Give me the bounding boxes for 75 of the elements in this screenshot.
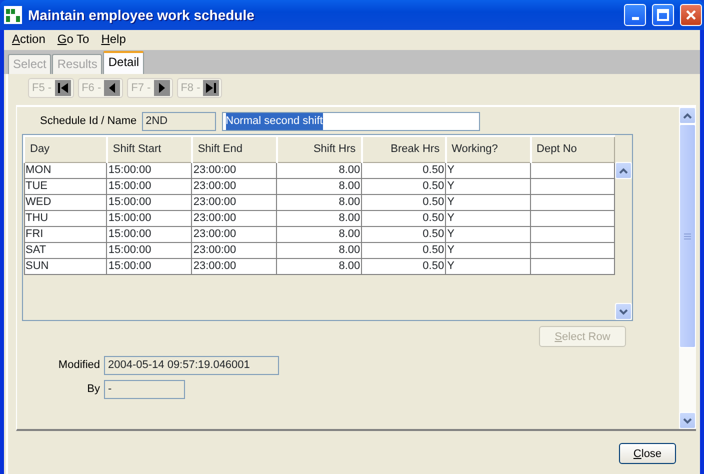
maximize-button[interactable]	[652, 4, 674, 26]
table-cell: 23:00:00	[192, 242, 277, 258]
table-cell: 8.00	[276, 226, 362, 242]
field-label: Modified	[57, 358, 100, 374]
schedule-id-field[interactable]: 2ND	[142, 112, 216, 131]
app-icon	[4, 6, 22, 24]
table-cell: 15:00:00	[106, 194, 192, 210]
table-cell: 23:00:00	[192, 258, 277, 274]
table-cell: 23:00:00	[192, 194, 277, 210]
table-cell: 0.50	[362, 242, 446, 258]
table-cell: 15:00:00	[106, 258, 192, 274]
column-header[interactable]: Dept No	[530, 136, 614, 162]
by-field[interactable]: -	[104, 380, 185, 399]
tab[interactable]: Detail	[103, 51, 144, 74]
table-cell: MON	[24, 162, 107, 178]
table-cell: SAT	[24, 242, 107, 258]
modified-field[interactable]: 2004-05-14 09:57:19.046001	[104, 356, 279, 375]
table-cell: 0.50	[362, 226, 446, 242]
table-cell: 8.00	[276, 210, 362, 226]
column-header[interactable]: Shift Start	[106, 136, 192, 162]
table-cell: TUE	[24, 178, 107, 194]
table-cell: THU	[24, 210, 107, 226]
minimize-button[interactable]	[624, 4, 646, 26]
table-cell: Y	[446, 242, 531, 258]
table-cell: 15:00:00	[106, 178, 192, 194]
column-header[interactable]: Day	[24, 136, 107, 162]
menu-item[interactable]: Go To	[51, 30, 96, 48]
column-header[interactable]: Working?	[446, 136, 531, 162]
table-cell: 8.00	[276, 162, 362, 178]
scroll-up-icon[interactable]	[679, 107, 696, 124]
table-cell: 23:00:00	[192, 210, 277, 226]
table-cell: Y	[446, 178, 531, 194]
table-cell: SUN	[24, 258, 107, 274]
scroll-thumb[interactable]	[679, 124, 696, 348]
schedule-name-field[interactable]: Normal second shift	[222, 112, 480, 131]
table-cell: 0.50	[362, 210, 446, 226]
table-cell: 0.50	[362, 162, 446, 178]
table-cell: 15:00:00	[106, 210, 192, 226]
minimize-icon	[632, 16, 638, 20]
scrollbar[interactable]	[679, 107, 696, 429]
close-button[interactable]: Close	[619, 442, 676, 464]
close-button[interactable]	[680, 4, 702, 26]
table-cell: Y	[446, 210, 531, 226]
maximize-icon	[657, 9, 669, 21]
menu-item[interactable]: Help	[95, 30, 132, 48]
table-cell: Y	[446, 162, 531, 178]
column-header[interactable]: Shift End	[192, 136, 277, 162]
table-cell: 23:00:00	[192, 178, 277, 194]
table-cell: 15:00:00	[106, 162, 192, 178]
menu-item[interactable]: Action	[6, 30, 52, 48]
table-cell: Y	[446, 194, 531, 210]
table-cell: 15:00:00	[106, 242, 192, 258]
field-label: By	[86, 382, 100, 398]
table-cell: Y	[446, 226, 531, 242]
table-cell: WED	[24, 194, 107, 210]
table-cell: 23:00:00	[192, 162, 277, 178]
scroll-down-icon[interactable]	[615, 303, 632, 320]
scroll-down-icon[interactable]	[679, 412, 696, 429]
table-cell: 8.00	[276, 178, 362, 194]
table-cell: 0.50	[362, 194, 446, 210]
table-cell: FRI	[24, 226, 107, 242]
table-cell: 8.00	[276, 242, 362, 258]
column-header[interactable]: Break Hrs	[362, 136, 446, 162]
table-cell: 8.00	[276, 258, 362, 274]
field-label: Schedule Id / Name	[40, 114, 137, 130]
close-icon	[685, 9, 697, 21]
table-cell: Y	[446, 258, 531, 274]
table-cell: 15:00:00	[106, 226, 192, 242]
table-cell: 0.50	[362, 258, 446, 274]
window-title: Maintain employee work schedule	[28, 6, 256, 25]
table-cell: 8.00	[276, 194, 362, 210]
column-header[interactable]: Shift Hrs	[276, 136, 362, 162]
table-cell: 23:00:00	[192, 226, 277, 242]
scroll-up-icon[interactable]	[615, 162, 632, 179]
table-cell: 0.50	[362, 178, 446, 194]
